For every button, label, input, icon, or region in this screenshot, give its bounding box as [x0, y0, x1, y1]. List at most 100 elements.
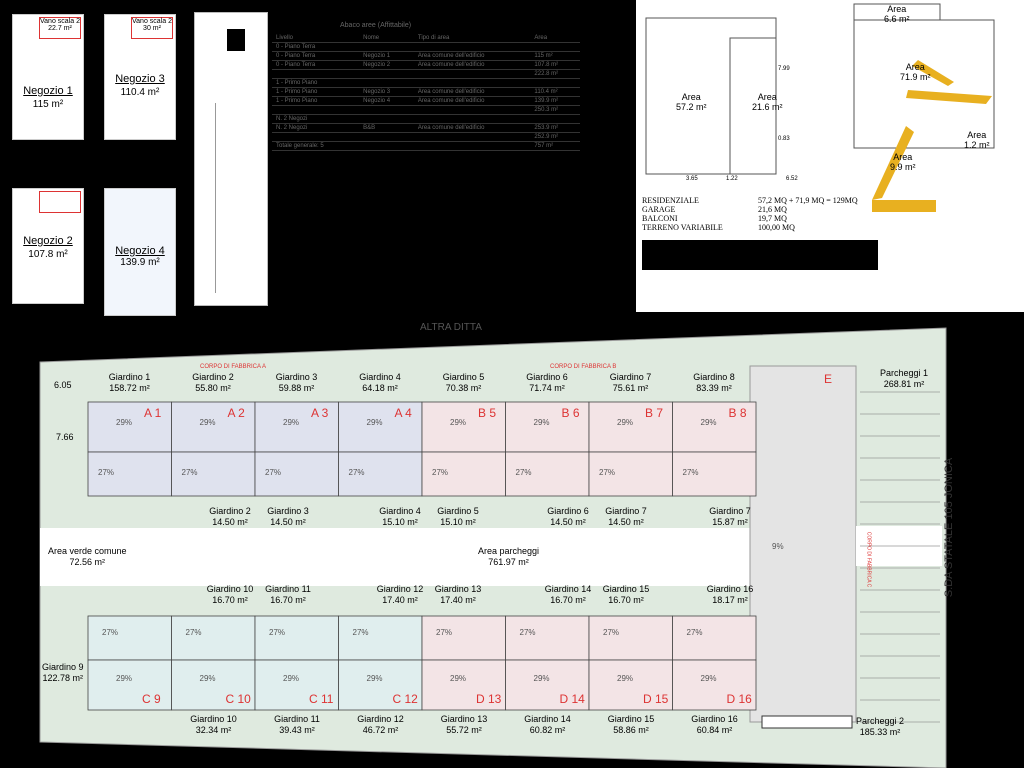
parking-area: Area parcheggi 761.97 m² [478, 546, 540, 567]
table-cell: Area comune dell'edificio [413, 123, 531, 133]
table-cell [413, 141, 531, 151]
unit-label: D 13 [476, 692, 502, 706]
table-cell: Negozio 1 [359, 51, 414, 61]
table-cell [413, 132, 531, 142]
table-row: 250.3 m² [272, 105, 580, 115]
legend-row: GARAGE 21,6 MQ [642, 205, 872, 214]
dimension: 1.22 [726, 176, 738, 182]
stair-1: Vano scala 2 22.7 m² [39, 17, 81, 39]
garden-label: Giardino 16 60.84 m² [691, 714, 738, 735]
table-row: N. 2 Negozi [272, 114, 580, 124]
parcheggi-1: Parcheggi 1 268.81 m² [880, 368, 929, 389]
garden-label: Giardino 3 59.88 m² [275, 372, 318, 393]
table-header-cell: Area [530, 34, 580, 43]
garden-label: Giardino 11 39.43 m² [274, 714, 320, 735]
road-top: ALTRA DITTA [420, 322, 482, 333]
table-cell: Negozio 4 [359, 96, 414, 106]
logo-mark-2 [906, 90, 992, 104]
legend-value: 100,00 MQ [758, 223, 795, 232]
shop-name: Negozio 1 [23, 85, 73, 97]
garden-label: Giardino 14 60.82 m² [524, 714, 571, 735]
garden-label: Giardino 6 71.74 m² [526, 372, 568, 393]
unit-label: B 5 [478, 406, 497, 420]
slope-label: 29% [283, 418, 300, 427]
garden-label: Giardino 2 14.50 m² [209, 506, 251, 527]
dim-top: 6.05 [54, 380, 72, 390]
slope-label: 27% [599, 468, 616, 477]
stair-area: 30 m² [143, 25, 161, 32]
ramp-slope: 9% [772, 542, 784, 551]
table-cell [272, 132, 360, 142]
shop-negozio-1: Vano scala 2 22.7 m² Negozio 1 115 m² [12, 14, 84, 140]
slope-label: 29% [199, 418, 216, 427]
garden-label: Giardino 12 46.72 m² [357, 714, 404, 735]
slope-label: 27% [515, 468, 532, 477]
slope-label: 29% [533, 418, 550, 427]
garden-9: Giardino 9 122.78 m² [42, 662, 84, 683]
slope-label: 27% [269, 628, 286, 637]
legend: RESIDENZIALE 57,2 MQ + 71,9 MQ = 129MQ GAR… [642, 196, 872, 232]
slope-label: 29% [366, 674, 383, 683]
slope-label: 29% [533, 674, 550, 683]
slope-label: 27% [682, 468, 699, 477]
area-table: Livello Nome Tipo di area Area 0 - Piano Te… [272, 34, 580, 151]
table-cell: 757 m² [530, 141, 580, 151]
room-label: Area 21.6 m² [752, 92, 783, 112]
room-label: Area 9.9 m² [890, 152, 916, 172]
table-cell [413, 105, 531, 115]
table-cell [272, 69, 360, 79]
table-cell [530, 78, 580, 88]
table-cell: Area comune dell'edificio [413, 51, 531, 61]
slope-label: 29% [450, 418, 467, 427]
garden-label: Giardino 13 55.72 m² [440, 714, 488, 735]
table-row: 252.9 m² [272, 132, 580, 142]
garden-label: Giardino 7 14.50 m² [605, 506, 647, 527]
table-cell: 110.4 m² [530, 87, 580, 97]
table-row: 0 - Piano Terra Negozio 1 Area comune dell… [272, 51, 580, 61]
garden-label: Giardino 13 17.40 m² [434, 584, 482, 605]
green-area: Area verde comune 72.56 m² [48, 546, 127, 567]
slope-label: 27% [432, 468, 449, 477]
garden-label: Giardino 5 15.10 m² [437, 506, 479, 527]
legend-value: 19,7 MQ [758, 214, 787, 223]
table-cell [530, 42, 580, 52]
unit-label: C 12 [392, 692, 418, 706]
unit-block-bottom [421, 615, 506, 661]
table-header-cell: Livello [272, 34, 360, 43]
garden-label: Giardino 16 18.17 m² [706, 584, 754, 605]
unit-label: C 11 [309, 692, 334, 706]
legend-label: GARAGE [642, 205, 676, 214]
table-row: 1 - Primo Piano Negozio 3 Area comune dell… [272, 87, 580, 97]
garden-label: Giardino 11 16.70 m² [265, 584, 311, 605]
table-cell [413, 69, 531, 79]
garden-label: Giardino 15 58.86 m² [607, 714, 655, 735]
garden-label: Giardino 5 70.38 m² [442, 372, 485, 393]
unit-label: D 14 [559, 692, 585, 706]
garden-label: Giardino 12 17.40 m² [376, 584, 424, 605]
slope-label: 29% [617, 418, 634, 427]
table-cell: 1 - Primo Piano [272, 96, 360, 106]
table-cell: 115 m² [530, 51, 580, 61]
shop-name: Negozio 4 [115, 245, 165, 257]
garden-label: Giardino 3 14.50 m² [267, 506, 309, 527]
unit-label: B 8 [728, 406, 747, 420]
unit-block-bottom [254, 615, 339, 661]
legend-label: TERRENO VARIABILE [642, 223, 723, 232]
table-cell: 250.3 m² [530, 105, 580, 115]
shop-area: 115 m² [32, 99, 64, 110]
table-cell [359, 114, 414, 124]
table-cell: 0 - Piano Terra [272, 42, 360, 52]
legend-value: 57,2 MQ + 71,9 MQ = 129MQ [758, 196, 858, 205]
slope-label: 27% [519, 628, 536, 637]
unit-label: A 1 [144, 406, 162, 420]
unit-label: D 16 [726, 692, 752, 706]
slope-label: 29% [700, 418, 717, 427]
stair-3 [39, 191, 81, 213]
garden-label: Giardino 4 64.18 m² [359, 372, 401, 393]
table-row: 1 - Primo Piano [272, 78, 580, 88]
section-block [227, 29, 245, 51]
shop-name: Negozio 2 [23, 235, 73, 247]
table-cell: 0 - Piano Terra [272, 51, 360, 61]
slope-label: 27% [98, 468, 115, 477]
unit-label: A 3 [311, 406, 329, 420]
